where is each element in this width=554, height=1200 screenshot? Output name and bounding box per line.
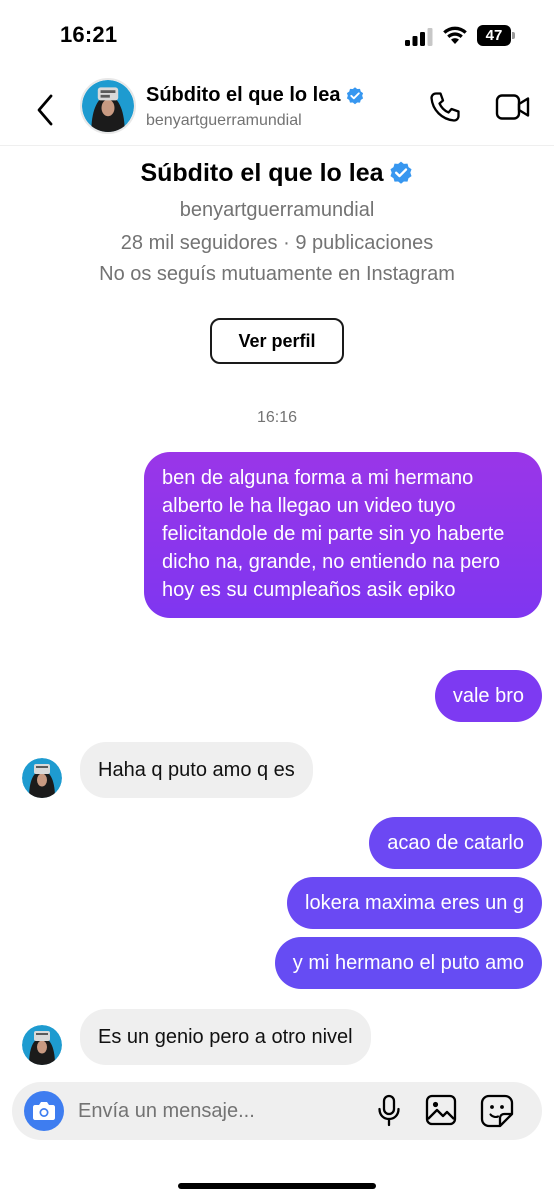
header-title-row[interactable]: Súbdito el que lo lea: [146, 84, 365, 107]
contact-avatar[interactable]: [22, 1025, 62, 1065]
header-name: Súbdito el que lo lea: [146, 84, 341, 106]
mic-icon[interactable]: [376, 1094, 402, 1128]
sent-message[interactable]: y mi hermano el puto amo: [274, 937, 542, 989]
cellular-signal-icon: [405, 28, 433, 46]
sent-message[interactable]: vale bro: [434, 670, 542, 722]
view-profile-button[interactable]: Ver perfil: [210, 318, 344, 364]
message-composer: [12, 1082, 542, 1140]
sent-message[interactable]: lokera maxima eres un g: [287, 877, 542, 929]
avatar-image: [22, 1025, 62, 1065]
back-icon[interactable]: [30, 90, 60, 130]
profile-username: benyartguerramundial: [179, 199, 375, 221]
home-indicator[interactable]: [178, 1183, 376, 1189]
message-timestamp: 16:16: [256, 409, 298, 426]
contact-avatar[interactable]: [22, 758, 62, 798]
wifi-icon: [443, 26, 467, 44]
battery-level: 47: [477, 25, 511, 46]
profile-stats: 28 mil seguidores · 9 publicaciones: [120, 232, 434, 254]
received-message[interactable]: Es un genio pero a otro nivel: [80, 1009, 371, 1065]
sent-message[interactable]: acao de catarlo: [369, 817, 542, 869]
status-bar: 16:21 47: [0, 0, 554, 72]
battery-cap: [512, 32, 515, 39]
video-call-icon[interactable]: [495, 92, 531, 122]
camera-icon: [33, 1102, 55, 1120]
header-username: benyartguerramundial: [146, 112, 302, 129]
phone-icon[interactable]: [428, 90, 462, 124]
status-time: 16:21: [60, 22, 118, 47]
verified-icon: [347, 86, 364, 104]
profile-name-row: Súbdito el que lo lea: [0, 155, 554, 191]
sticker-icon[interactable]: [480, 1094, 514, 1128]
verified-icon: [390, 161, 412, 184]
profile-summary: Súbdito el que lo lea benyartguerramundi…: [0, 155, 554, 286]
avatar-image: [22, 758, 62, 798]
gallery-icon[interactable]: [425, 1094, 457, 1126]
camera-button[interactable]: [24, 1091, 64, 1131]
sent-message[interactable]: ben de alguna forma a mi hermano alberto…: [144, 452, 542, 618]
avatar-image: [82, 80, 134, 132]
chat-header: Súbdito el que lo lea benyartguerramundi…: [0, 72, 554, 146]
message-input[interactable]: [78, 1096, 358, 1126]
battery-indicator: 47: [477, 25, 515, 46]
received-message[interactable]: Haha q puto amo q es: [80, 742, 313, 798]
profile-name: Súbdito el que lo lea: [140, 158, 384, 187]
profile-mutual-status: No os seguís mutuamente en Instagram: [99, 263, 455, 285]
header-avatar[interactable]: [80, 78, 136, 134]
